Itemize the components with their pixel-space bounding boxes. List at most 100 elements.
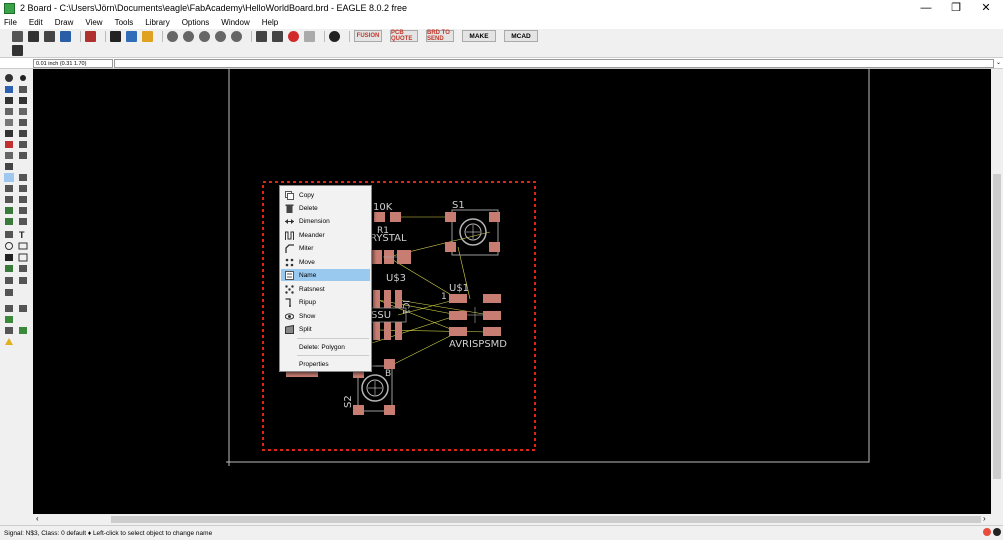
menu-view[interactable]: View [85, 18, 102, 27]
move-tool-icon [5, 97, 13, 104]
label-ssu: SSU [371, 310, 391, 321]
menu-item-properties[interactable]: Properties [281, 358, 370, 370]
rect-tool-icon [5, 254, 13, 261]
layer-settings-icon[interactable] [12, 45, 23, 56]
dimension-icon [284, 216, 294, 226]
label-avr: AVRISPSMD [449, 339, 507, 350]
menu-item-delete-polygon[interactable]: Delete: Polygon [281, 341, 370, 353]
menu-item-miter[interactable]: Miter [281, 242, 370, 254]
menu-tools[interactable]: Tools [115, 18, 134, 27]
zoom-in-icon[interactable] [183, 30, 194, 42]
ripup-icon [284, 297, 294, 307]
vertical-scroll-thumb[interactable] [993, 174, 1001, 479]
horizontal-scroll-thumb[interactable] [111, 516, 981, 523]
scroll-right-icon[interactable]: › [983, 514, 986, 523]
chevron-down-icon[interactable]: ⌄ [994, 59, 1003, 68]
menu-options[interactable]: Options [182, 18, 210, 27]
move-group-icon [19, 97, 27, 104]
go-icon[interactable] [304, 30, 315, 42]
menu-item-name[interactable]: Name [281, 269, 370, 281]
label-u1: U$1 [449, 283, 469, 294]
menu-item-move[interactable]: Move [281, 256, 370, 268]
pcb-quote-button[interactable]: PCB QUOTE [390, 30, 418, 42]
command-input[interactable] [114, 59, 994, 68]
redo-icon[interactable] [272, 30, 283, 42]
menu-item-delete[interactable]: Delete [281, 202, 370, 214]
trash-icon [284, 203, 294, 213]
help-status-icon[interactable] [993, 528, 1001, 536]
print-icon[interactable] [44, 30, 55, 42]
route-icon [5, 207, 13, 214]
menu-item-dimension[interactable]: Dimension [281, 215, 370, 227]
zoom-out-icon[interactable] [199, 30, 210, 42]
parameter-toolbar [0, 43, 1003, 57]
split-icon [284, 324, 294, 334]
menu-item-copy[interactable]: Copy [281, 189, 370, 201]
undo-icon[interactable] [256, 30, 267, 42]
layer-icon [5, 86, 13, 93]
save-icon[interactable] [28, 30, 39, 42]
zoom-select-icon[interactable] [231, 30, 242, 42]
menu-library[interactable]: Library [145, 18, 169, 27]
vertical-scrollbar[interactable] [991, 69, 1003, 514]
open-icon[interactable] [12, 30, 23, 42]
copy-tool-icon [5, 119, 13, 126]
menu-bar: File Edit Draw View Tools Library Option… [0, 16, 1003, 29]
name-icon [284, 270, 294, 280]
zoom-fit-icon[interactable] [167, 30, 178, 42]
horizontal-scrollbar[interactable]: ‹ › [33, 514, 991, 525]
eye-icon [284, 311, 294, 321]
polygon-tool-icon [18, 253, 28, 262]
signal-icon [19, 265, 27, 272]
brd-send-button[interactable]: BRD TO SEND [426, 30, 454, 42]
menu-item-split[interactable]: Split [281, 323, 370, 335]
ratsnest-icon [284, 284, 294, 294]
menu-window[interactable]: Window [221, 18, 249, 27]
menu-draw[interactable]: Draw [55, 18, 74, 27]
board-canvas[interactable]: 10K R1 RYSTAL U$3 S1 U$1 1 AVRISPSMD SSU… [33, 69, 991, 514]
main-toolbar: FUSION PCB QUOTE BRD TO SEND MAKE MCAD [0, 29, 1003, 43]
wire-icon [5, 231, 13, 238]
fusion-sync-button[interactable]: FUSION [354, 30, 382, 42]
scroll-left-icon[interactable]: ‹ [36, 514, 39, 523]
mcad-button[interactable]: MCAD [504, 30, 538, 42]
hole-icon [5, 277, 13, 284]
lock-icon [5, 152, 13, 159]
script-icon[interactable] [110, 30, 121, 42]
name-tool-icon [4, 173, 14, 182]
label-b: B [385, 369, 391, 379]
label-s2: S2 [343, 395, 354, 408]
add-part-icon [5, 141, 13, 148]
ulp-icon[interactable] [126, 30, 137, 42]
make-button[interactable]: MAKE [462, 30, 496, 42]
menu-help[interactable]: Help [262, 18, 278, 27]
zoom-redraw-icon[interactable] [215, 30, 226, 42]
mark-icon [19, 86, 27, 93]
menu-file[interactable]: File [4, 18, 17, 27]
erc-icon [5, 316, 13, 323]
tool-palette-icons[interactable]: T [0, 69, 33, 514]
menu-separator [297, 338, 369, 339]
menu-item-show[interactable]: Show [281, 310, 370, 322]
menu-item-ripup[interactable]: Ripup [281, 296, 370, 308]
minimize-button[interactable]: — [911, 0, 941, 16]
menu-item-ratsnest[interactable]: Ratsnest [281, 283, 370, 295]
errors-icon [19, 305, 27, 312]
maximize-button[interactable]: ❐ [941, 0, 971, 16]
help-icon[interactable] [329, 30, 340, 42]
coordinate-display: 0.01 inch (0.31 1.70) [33, 59, 113, 68]
stop-status-icon[interactable] [983, 528, 991, 536]
warning-icon [5, 338, 13, 345]
circle-tool-icon [5, 242, 13, 250]
menu-edit[interactable]: Edit [29, 18, 43, 27]
close-button[interactable]: ✕ [971, 0, 1001, 16]
via-icon [5, 265, 13, 272]
cam-icon[interactable] [60, 30, 71, 42]
run-icon[interactable] [142, 30, 153, 42]
grid-icon [5, 327, 13, 334]
miter-icon [284, 243, 294, 253]
schematic-switch-icon[interactable] [85, 30, 96, 42]
menu-item-meander[interactable]: Meander [281, 229, 370, 241]
tool-palette: T [0, 69, 33, 514]
stop-icon[interactable] [288, 30, 299, 42]
